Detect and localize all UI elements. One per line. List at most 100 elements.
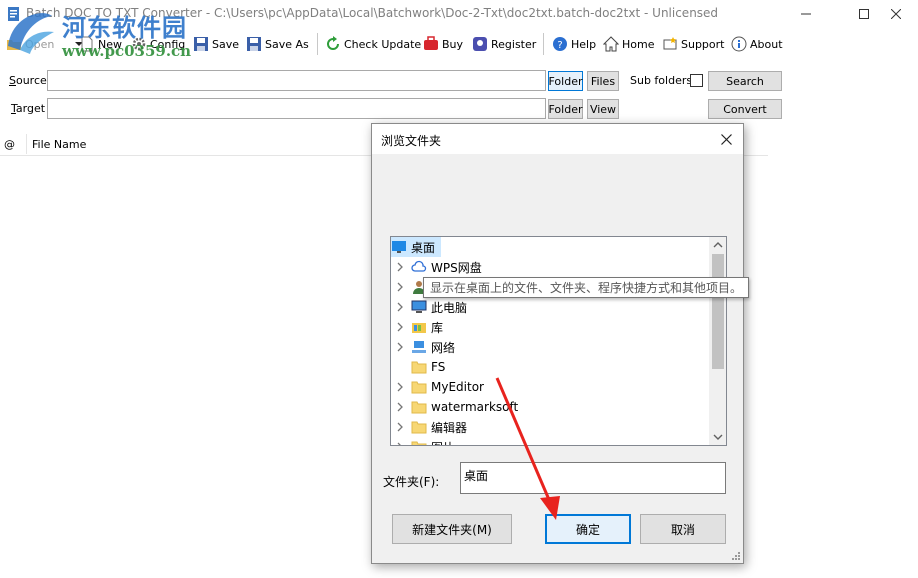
home-button[interactable]: Home	[603, 33, 654, 55]
save-icon	[194, 37, 208, 51]
tree-item-label: 此电脑	[431, 300, 468, 315]
scroll-thumb[interactable]	[712, 254, 724, 369]
close-icon	[891, 9, 901, 19]
maximize-icon	[859, 9, 869, 19]
source-label-rest: ource	[15, 74, 47, 87]
chevron-right-icon[interactable]	[395, 282, 405, 292]
search-button[interactable]: Search	[708, 71, 782, 91]
tree-item[interactable]: 库	[391, 317, 709, 337]
save-button[interactable]: Save	[193, 33, 239, 55]
chevron-right-icon[interactable]	[395, 422, 405, 432]
register-label: Register	[491, 37, 537, 51]
scroll-up-icon[interactable]	[713, 240, 723, 250]
tree-item[interactable]: 编辑器	[391, 417, 709, 437]
chevron-right-icon[interactable]	[395, 382, 405, 392]
ok-button[interactable]: 确定	[545, 514, 631, 544]
folder-icon	[411, 421, 427, 434]
chevron-right-icon[interactable]	[395, 342, 405, 352]
toolbar: Open New Config Save Save As Check Updat…	[0, 29, 918, 59]
close-window-button[interactable]	[874, 0, 918, 28]
check-update-button[interactable]: Check Update	[325, 33, 421, 55]
tree-item-label: WPS网盘	[431, 260, 482, 275]
target-label: Target	[11, 102, 45, 115]
library-icon	[412, 323, 426, 333]
config-label: Config	[150, 37, 186, 51]
tree-item[interactable]: 网络	[391, 337, 709, 357]
tree-item[interactable]: MyEditor	[391, 377, 709, 397]
source-input[interactable]	[47, 70, 546, 91]
scroll-down-icon[interactable]	[713, 432, 723, 442]
save-as-label: Save As	[265, 37, 309, 51]
home-label: Home	[622, 37, 655, 51]
new-label: New	[98, 37, 122, 51]
info-icon	[731, 36, 747, 52]
open-label: Open	[25, 37, 55, 51]
cart-icon	[424, 36, 438, 50]
tree-scrollbar[interactable]	[709, 237, 726, 445]
help-label: Help	[571, 37, 597, 51]
tree-item[interactable]: 此电脑	[391, 297, 709, 317]
target-folder-button[interactable]: Folder	[548, 99, 583, 119]
folder-field-label: 文件夹(F):	[383, 475, 440, 489]
source-label: Source	[9, 74, 47, 87]
column-file-name[interactable]: File Name	[32, 138, 86, 151]
tree-item[interactable]: 图片	[391, 437, 709, 446]
folder-icon	[411, 401, 427, 414]
browse-folder-dialog: 浏览文件夹 图片 编辑器 watermarksoft MyEditor FS 网络 库 此电脑…	[371, 123, 744, 564]
about-label: About	[750, 37, 783, 51]
help-button[interactable]: ? Help	[552, 33, 596, 55]
convert-button[interactable]: Convert	[708, 99, 782, 119]
subfolders-checkbox[interactable]	[690, 74, 703, 87]
folder-tree[interactable]: 图片编辑器watermarksoftMyEditorFS网络库此电脑pcWPS网…	[390, 236, 727, 446]
tree-item-label: 编辑器	[431, 420, 468, 435]
toolbar-separator	[543, 33, 544, 55]
save-as-icon	[247, 37, 261, 51]
chevron-right-icon[interactable]	[395, 402, 405, 412]
tree-item[interactable]: 桌面	[391, 237, 441, 257]
source-files-button[interactable]: Files	[587, 71, 619, 91]
refresh-icon	[327, 36, 339, 50]
tree-item-label: 图片	[431, 439, 455, 446]
target-input[interactable]	[47, 98, 546, 119]
subfolders-label: Sub folders	[630, 74, 693, 87]
resize-grip-icon[interactable]	[731, 551, 741, 561]
minimize-button[interactable]	[784, 0, 828, 28]
new-button[interactable]: New	[79, 33, 122, 55]
app-icon	[8, 7, 19, 21]
config-button[interactable]: Config	[131, 33, 185, 55]
column-divider[interactable]	[26, 134, 27, 154]
tree-item[interactable]: FS	[391, 357, 709, 377]
dialog-close-button[interactable]	[715, 128, 737, 150]
tree-item[interactable]: watermarksoft	[391, 397, 709, 417]
column-at[interactable]: @	[4, 138, 15, 151]
chevron-right-icon[interactable]	[395, 442, 405, 446]
register-icon	[473, 37, 487, 51]
support-button[interactable]: Support	[662, 33, 724, 55]
buy-button[interactable]: Buy	[423, 33, 463, 55]
target-label-rest: arget	[15, 102, 46, 115]
source-folder-button[interactable]: Folder	[548, 71, 583, 91]
window-title: Batch DOC TO TXT Converter - C:\Users\pc…	[26, 6, 719, 20]
open-button[interactable]: Open	[6, 33, 84, 55]
chevron-right-icon[interactable]	[395, 302, 405, 312]
chevron-right-icon[interactable]	[395, 322, 405, 332]
cancel-button[interactable]: 取消	[640, 514, 726, 544]
folder-field-input[interactable]: 桌面	[460, 462, 726, 494]
network-icon	[412, 341, 426, 353]
toolbar-separator	[317, 33, 318, 55]
tree-item-label: FS	[431, 360, 446, 374]
chevron-right-icon[interactable]	[395, 262, 405, 272]
cloud-icon	[411, 260, 427, 272]
save-as-button[interactable]: Save As	[246, 33, 309, 55]
new-folder-button[interactable]: 新建文件夹(M)	[392, 514, 512, 544]
about-button[interactable]: About	[731, 33, 783, 55]
target-view-button[interactable]: View	[587, 99, 619, 119]
tree-item-label: watermarksoft	[431, 400, 519, 414]
open-folder-icon	[7, 40, 21, 50]
tree-item-label: 桌面	[411, 240, 436, 255]
tree-item[interactable]: WPS网盘	[391, 257, 709, 277]
register-button[interactable]: Register	[472, 33, 536, 55]
folder-icon	[411, 381, 427, 394]
support-label: Support	[681, 37, 725, 51]
dialog-title: 浏览文件夹	[381, 134, 442, 148]
